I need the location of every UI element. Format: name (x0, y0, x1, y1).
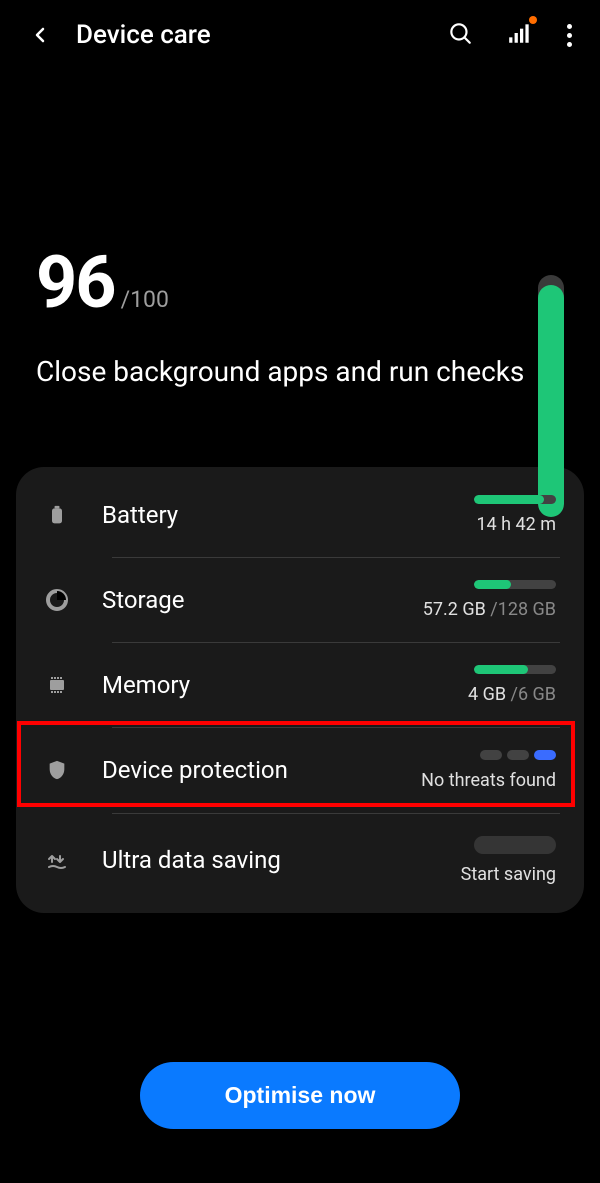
hero-section: 96 /100 Close background apps and run ch… (0, 70, 600, 451)
battery-label: Battery (102, 501, 474, 529)
back-icon[interactable] (28, 23, 52, 47)
row-protection[interactable]: Device protection No threats found (16, 728, 584, 813)
search-icon[interactable] (447, 20, 473, 50)
score-value: 96 (36, 240, 115, 325)
protection-label: Device protection (102, 756, 421, 784)
memory-bar (474, 665, 556, 674)
row-ultra[interactable]: Ultra data saving Start saving (16, 814, 584, 907)
header: Device care (0, 0, 600, 70)
battery-icon (44, 502, 70, 528)
battery-bar (474, 495, 556, 504)
ultra-label: Ultra data saving (102, 846, 461, 874)
header-actions (447, 20, 572, 50)
storage-sub: 57.2 GB /128 GB (423, 599, 556, 620)
data-saving-icon (44, 847, 70, 873)
memory-icon (44, 672, 70, 698)
row-storage[interactable]: Storage 57.2 GB /128 GB (16, 558, 584, 642)
metrics-card: Battery 14 h 42 m Storage 57.2 GB /128 G… (16, 467, 584, 913)
ultra-indicator (474, 836, 556, 854)
protection-indicator (480, 750, 556, 760)
shield-icon (44, 757, 70, 783)
storage-bar (474, 580, 556, 589)
optimise-button[interactable]: Optimise now (140, 1062, 460, 1129)
page-title: Device care (76, 20, 447, 50)
row-battery[interactable]: Battery 14 h 42 m (16, 473, 584, 557)
score-max: /100 (121, 286, 169, 313)
storage-label: Storage (102, 586, 423, 614)
memory-sub: 4 GB /6 GB (468, 684, 556, 705)
tip-text: Close background apps and run checks (36, 353, 564, 391)
row-memory[interactable]: Memory 4 GB /6 GB (16, 643, 584, 727)
signal-icon[interactable] (507, 20, 533, 50)
more-icon[interactable] (567, 24, 572, 47)
protection-sub: No threats found (421, 770, 556, 791)
score: 96 /100 (36, 240, 564, 325)
ultra-sub: Start saving (461, 864, 556, 885)
battery-sub: 14 h 42 m (476, 514, 556, 535)
storage-icon (44, 587, 70, 613)
memory-label: Memory (102, 671, 468, 699)
